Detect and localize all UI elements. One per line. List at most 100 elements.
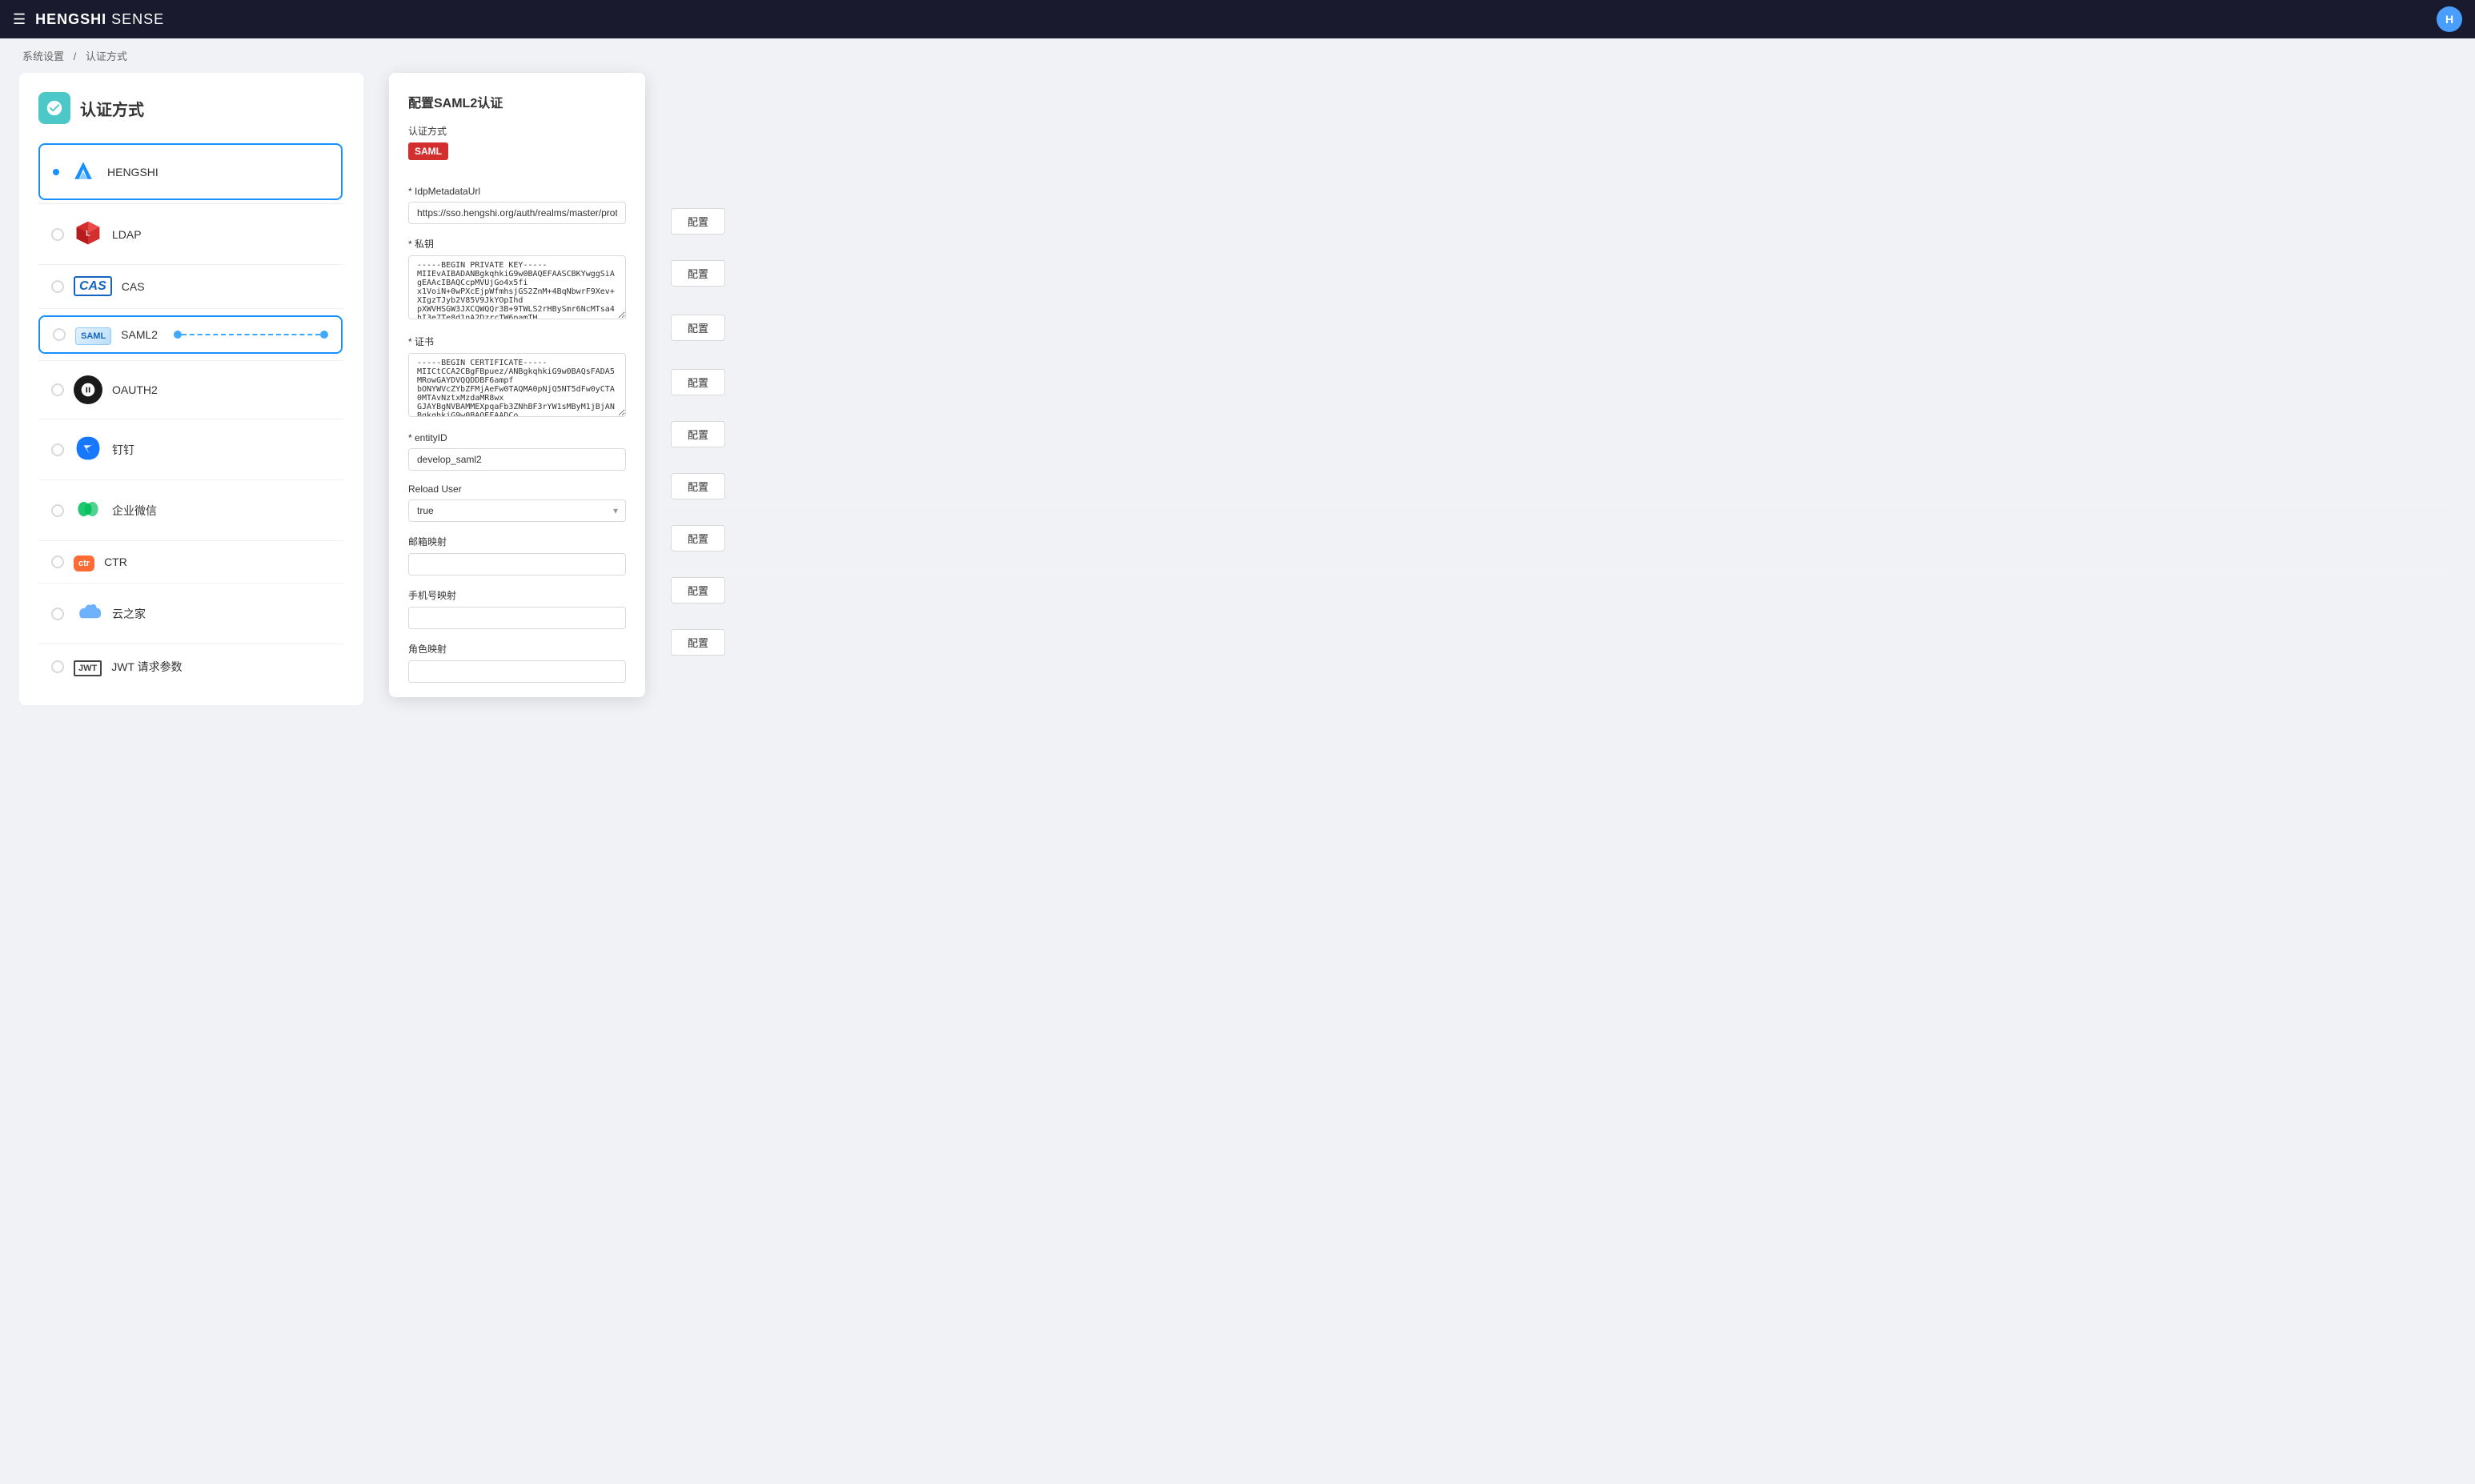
reload-user-select[interactable]: true false xyxy=(408,499,626,522)
radio-dingtalk[interactable] xyxy=(51,443,64,456)
phone-mapping-label: 手机号映射 xyxy=(408,588,626,602)
auth-item-hengshi[interactable]: HENGSHI xyxy=(38,143,343,200)
avatar[interactable]: H xyxy=(2437,6,2462,32)
role-mapping-section: 角色映射 xyxy=(408,642,626,683)
saml-brand-logo: SAML xyxy=(408,142,448,160)
saml2-config-button[interactable]: 配置 xyxy=(671,315,725,341)
auth-name-saml2: SAML2 xyxy=(121,328,158,341)
email-mapping-label: 邮箱映射 xyxy=(408,535,626,548)
wework-config-button[interactable]: 配置 xyxy=(671,473,725,499)
auth-item-dingtalk[interactable]: 钉钉 xyxy=(38,423,343,476)
breadcrumb-part1[interactable]: 系统设置 xyxy=(22,50,64,62)
jwt-config-button[interactable]: 配置 xyxy=(671,629,725,656)
auth-item-oauth2[interactable]: OAUTH2 xyxy=(38,364,343,415)
auth-name-yunzhijia: 云之家 xyxy=(112,606,146,622)
ctr-config-button[interactable]: 配置 xyxy=(671,525,725,551)
hengshi-spacer xyxy=(658,143,2456,195)
auth-name-jwt: JWT 请求参数 xyxy=(111,659,182,675)
auth-name-ctr: CTR xyxy=(104,555,127,568)
panel-title: 认证方式 xyxy=(38,92,344,124)
role-mapping-input[interactable] xyxy=(408,660,626,683)
entity-id-input[interactable] xyxy=(408,448,626,471)
group-mapping-label: 组映射 xyxy=(408,696,626,697)
saml-config-panel: 配置SAML2认证 认证方式 SAML * IdpMetadataUrl * 私… xyxy=(389,73,645,697)
content-area: 认证方式 HENGSHI xyxy=(0,73,2475,724)
left-card: 认证方式 HENGSHI xyxy=(19,73,363,705)
ldap-config-row: 配置 xyxy=(658,195,2456,247)
saml-dot-right xyxy=(320,331,328,339)
hengshi-logo-icon xyxy=(69,156,98,187)
auth-item-yunzhijia[interactable]: 云之家 xyxy=(38,587,343,640)
ldap-config-button[interactable]: 配置 xyxy=(671,208,725,235)
settings-icon xyxy=(38,92,70,124)
svg-text:L: L xyxy=(86,230,90,238)
phone-mapping-input[interactable] xyxy=(408,607,626,629)
radio-saml2[interactable] xyxy=(53,328,66,341)
auth-name-cas: CAS xyxy=(122,280,145,293)
radio-ldap[interactable] xyxy=(51,228,64,241)
auth-item-ctr[interactable]: ctr CTR xyxy=(38,544,343,580)
entity-id-section: * entityID xyxy=(408,432,626,471)
auth-name-ldap: LDAP xyxy=(112,228,142,241)
phone-mapping-section: 手机号映射 xyxy=(408,588,626,629)
entity-id-label: * entityID xyxy=(408,432,626,443)
menu-icon[interactable]: ☰ xyxy=(13,11,26,28)
yunzhijia-config-button[interactable]: 配置 xyxy=(671,577,725,604)
ctr-config-row: 配置 xyxy=(658,512,2456,564)
wework-config-row: 配置 xyxy=(658,460,2456,511)
config-panel-title: 配置SAML2认证 xyxy=(408,92,626,111)
auth-list: HENGSHI L LDAP xyxy=(38,143,344,686)
title-spacer xyxy=(658,73,2456,143)
oauth2-config-button[interactable]: 配置 xyxy=(671,369,725,395)
auth-item-jwt[interactable]: JWT JWT 请求参数 xyxy=(38,648,343,686)
dingtalk-config-button[interactable]: 配置 xyxy=(671,421,725,447)
breadcrumb: 系统设置 / 认证方式 xyxy=(0,38,2475,73)
cas-logo-icon: CAS xyxy=(74,279,112,294)
ldap-logo-icon: L xyxy=(74,219,102,250)
radio-ctr[interactable] xyxy=(51,555,64,568)
header-left: ☰ HENGSHI SENSE xyxy=(13,11,164,28)
app-header: ☰ HENGSHI SENSE H xyxy=(0,0,2475,38)
radio-hengshi[interactable] xyxy=(53,169,59,175)
saml2-logo-icon: SAML xyxy=(75,328,111,341)
app-logo: HENGSHI SENSE xyxy=(35,11,164,28)
jwt-config-row: 配置 xyxy=(658,616,2456,668)
email-mapping-section: 邮箱映射 xyxy=(408,535,626,576)
oauth2-logo-icon xyxy=(74,375,102,404)
idp-metadata-input[interactable] xyxy=(408,202,626,224)
jwt-logo-icon: JWT xyxy=(74,660,102,673)
yunzhijia-config-row: 配置 xyxy=(658,564,2456,616)
radio-jwt[interactable] xyxy=(51,660,64,673)
radio-oauth2[interactable] xyxy=(51,383,64,396)
email-mapping-input[interactable] xyxy=(408,553,626,576)
auth-item-wework[interactable]: 企业微信 xyxy=(38,483,343,537)
panel-title-text: 认证方式 xyxy=(80,97,144,120)
breadcrumb-part2: 认证方式 xyxy=(86,50,127,62)
cert-section: * 证书 -----BEGIN CERTIFICATE----- MIICtCC… xyxy=(408,335,626,419)
auth-method-label: 认证方式 xyxy=(408,124,626,138)
yunzhijia-logo-icon xyxy=(74,598,102,629)
radio-cas[interactable] xyxy=(51,280,64,293)
private-key-input[interactable]: -----BEGIN PRIVATE KEY----- MIIEvAIBADAN… xyxy=(408,255,626,319)
auth-method-section: 认证方式 SAML xyxy=(408,124,626,173)
radio-wework[interactable] xyxy=(51,504,64,517)
reload-user-select-wrapper: true false xyxy=(408,499,626,522)
group-mapping-section: 组映射 xyxy=(408,696,626,697)
oauth2-config-row: 配置 xyxy=(658,356,2456,407)
cas-config-button[interactable]: 配置 xyxy=(671,260,725,287)
logo-bold: HENGSHI xyxy=(35,11,106,27)
radio-yunzhijia[interactable] xyxy=(51,608,64,620)
auth-item-cas[interactable]: CAS CAS xyxy=(38,268,343,305)
wework-logo-icon xyxy=(74,495,102,526)
auth-item-saml2[interactable]: SAML SAML2 xyxy=(38,315,343,354)
saml-dashed-line xyxy=(182,334,320,335)
app-root: ☰ HENGSHI SENSE H 系统设置 / 认证方式 认证方式 xyxy=(0,0,2475,1484)
cas-config-row: 配置 xyxy=(658,247,2456,299)
idp-metadata-label: * IdpMetadataUrl xyxy=(408,186,626,197)
cert-label: * 证书 xyxy=(408,335,626,348)
role-mapping-label: 角色映射 xyxy=(408,642,626,656)
auth-name-hengshi: HENGSHI xyxy=(107,166,158,178)
auth-item-ldap[interactable]: L LDAP xyxy=(38,207,343,261)
cert-input[interactable]: -----BEGIN CERTIFICATE----- MIICtCCA2CBg… xyxy=(408,353,626,417)
saml-connection xyxy=(167,331,328,339)
